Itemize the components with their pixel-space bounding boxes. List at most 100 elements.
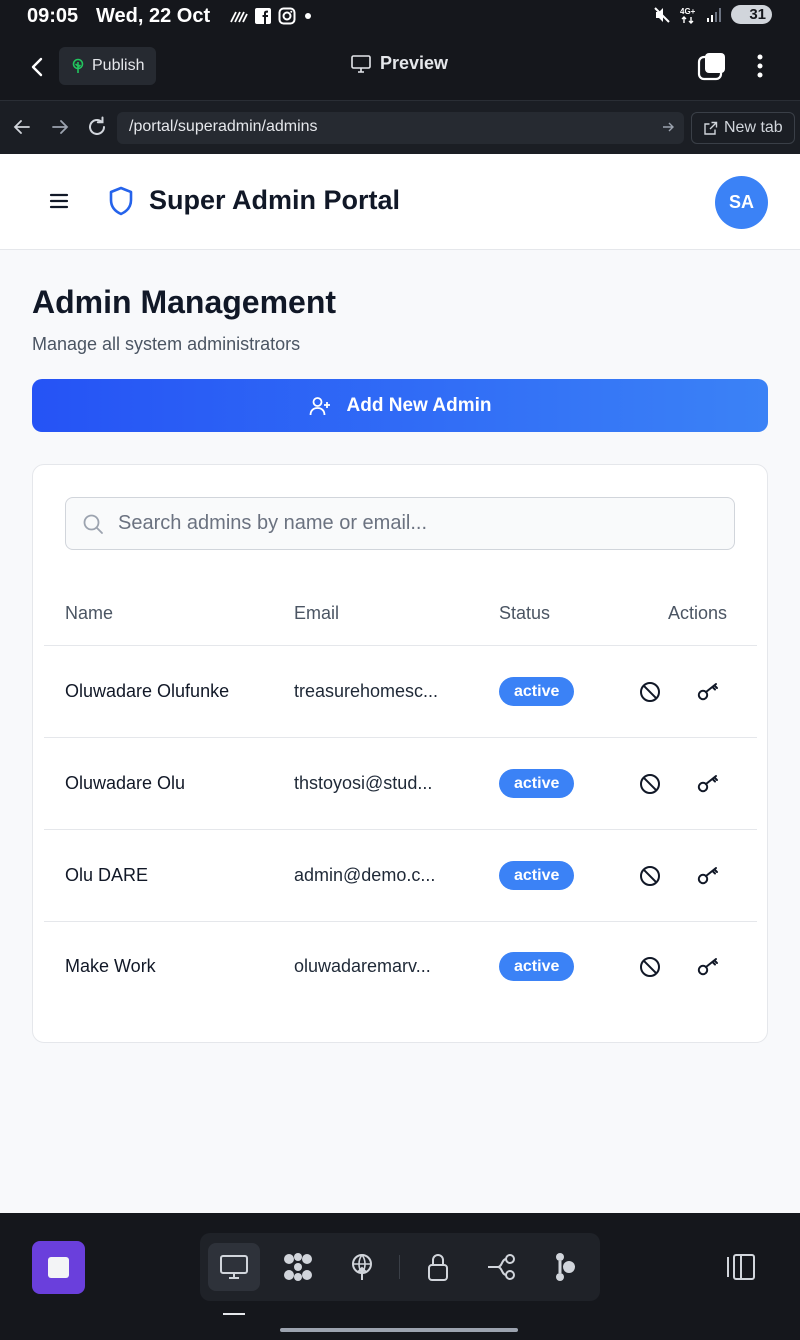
column-header-name: Name [65, 603, 114, 623]
tool-deploy[interactable] [336, 1243, 388, 1291]
new-tab-button[interactable]: New tab [691, 112, 795, 144]
go-arrow-icon[interactable] [660, 119, 676, 135]
suspend-ban-icon[interactable] [638, 864, 662, 888]
tool-preview[interactable] [208, 1243, 260, 1291]
admin-name: Oluwadare Olu [65, 773, 186, 793]
avatar-initials: SA [728, 192, 754, 212]
reload-icon[interactable] [85, 115, 109, 139]
page-title: Admin Management [32, 284, 337, 320]
home-gesture-handle[interactable] [280, 1328, 518, 1332]
column-header-status: Status [499, 603, 551, 623]
signal-lines-icon [230, 11, 248, 23]
lock-icon [428, 1254, 448, 1281]
shield-icon [109, 186, 133, 216]
search-icon [83, 514, 103, 534]
reset-password-key-icon[interactable] [696, 955, 720, 979]
tabs-icon[interactable] [696, 50, 728, 82]
stop-square-icon [48, 1257, 69, 1278]
new-tab-label: New tab [724, 119, 783, 136]
back-arrow-icon[interactable] [22, 52, 52, 82]
table-row: Olu DARE admin@demo.c... active [44, 830, 757, 922]
publish-button[interactable]: Publish [59, 47, 156, 85]
status-badge: active [499, 677, 575, 706]
search-box[interactable] [65, 497, 735, 550]
tool-group [200, 1233, 600, 1301]
active-tool-indicator [223, 1313, 245, 1315]
preview-desktop-icon [220, 1255, 248, 1279]
stop-button[interactable] [32, 1241, 85, 1294]
reset-password-key-icon[interactable] [696, 864, 720, 888]
add-new-admin-label: Add New Admin [346, 394, 492, 416]
add-new-admin-button[interactable]: Add New Admin [32, 379, 768, 432]
system-nav-bar [0, 1320, 800, 1340]
url-bar[interactable]: /portal/superadmin/admins [117, 112, 684, 144]
reset-password-key-icon[interactable] [696, 772, 720, 796]
portal-title: Super Admin Portal [149, 185, 401, 215]
admin-email: admin@demo.c... [294, 865, 436, 885]
tool-agent[interactable] [540, 1243, 592, 1291]
workflow-icon [488, 1254, 515, 1280]
table-row: Oluwadare Olufunke treasurehomesc... act… [44, 646, 757, 738]
status-badge: active [499, 769, 575, 798]
cell-signal-icon [707, 7, 722, 22]
table-row: Make Work oluwadaremarv... active [44, 921, 757, 1013]
nav-forward-icon[interactable] [48, 115, 72, 139]
preview-label: Preview [380, 53, 449, 73]
svg-text:4G+: 4G+ [680, 7, 696, 16]
admin-email: thstoyosi@stud... [294, 773, 433, 793]
suspend-ban-icon[interactable] [638, 680, 662, 704]
4g-icon: 4G+ [680, 7, 696, 24]
panel-toggle-icon[interactable] [722, 1251, 758, 1283]
instagram-icon [278, 7, 296, 25]
external-link-icon [704, 121, 718, 135]
monitor-icon [351, 54, 371, 73]
tool-separator [399, 1255, 400, 1279]
admins-card: Name Email Status Actions Oluwadare Oluf… [32, 464, 768, 1043]
admin-email: treasurehomesc... [294, 681, 439, 701]
preview-tab[interactable]: Preview [350, 53, 448, 74]
deploy-icon [352, 1254, 372, 1280]
admin-email: oluwadaremarv... [294, 956, 431, 976]
admin-name: Oluwadare Olufunke [65, 681, 230, 701]
column-header-email: Email [294, 603, 340, 623]
tool-components[interactable] [272, 1243, 324, 1291]
status-time: 09:05 [27, 5, 79, 27]
bottom-toolbar [0, 1213, 800, 1320]
table-row: Oluwadare Olu thstoyosi@stud... active [44, 738, 757, 830]
status-bar: 09:05 Wed, 22 Oct 4G+ 31 [0, 0, 800, 34]
admin-name: Olu DARE [65, 865, 149, 885]
status-date: Wed, 22 Oct [96, 5, 211, 27]
column-header-actions: Actions [668, 603, 728, 623]
facebook-icon [255, 8, 271, 24]
url-text: /portal/superadmin/admins [129, 118, 318, 135]
dot-icon [305, 13, 311, 19]
admin-name: Make Work [65, 956, 156, 976]
browser-bar: /portal/superadmin/admins New tab [0, 100, 800, 154]
agent-icon [556, 1253, 575, 1281]
publish-tree-icon [72, 58, 84, 73]
status-badge: active [499, 952, 575, 981]
notification-icons [230, 7, 314, 25]
more-vertical-icon[interactable] [748, 50, 772, 82]
page-subtitle: Manage all system administrators [32, 334, 301, 354]
user-plus-icon [309, 396, 330, 415]
system-icons: 4G+ 31 [653, 5, 772, 24]
search-input[interactable] [118, 498, 718, 549]
tool-secrets[interactable] [412, 1243, 464, 1291]
mute-icon [654, 6, 671, 23]
battery-level: 31 [749, 6, 766, 23]
nav-back-icon[interactable] [10, 115, 34, 139]
tool-workflows[interactable] [476, 1243, 528, 1291]
page-content: Super Admin Portal SA Admin Management M… [0, 154, 800, 1213]
portal-header: Super Admin Portal SA [0, 154, 800, 250]
suspend-ban-icon[interactable] [638, 772, 662, 796]
suspend-ban-icon[interactable] [638, 955, 662, 979]
status-badge: active [499, 861, 575, 890]
menu-icon[interactable] [48, 190, 70, 212]
app-bar: Publish Preview [0, 34, 800, 100]
avatar[interactable]: SA [715, 176, 768, 229]
publish-label: Publish [92, 57, 145, 74]
reset-password-key-icon[interactable] [696, 680, 720, 704]
components-icon [284, 1253, 312, 1281]
battery-icon: 31 [731, 5, 772, 24]
